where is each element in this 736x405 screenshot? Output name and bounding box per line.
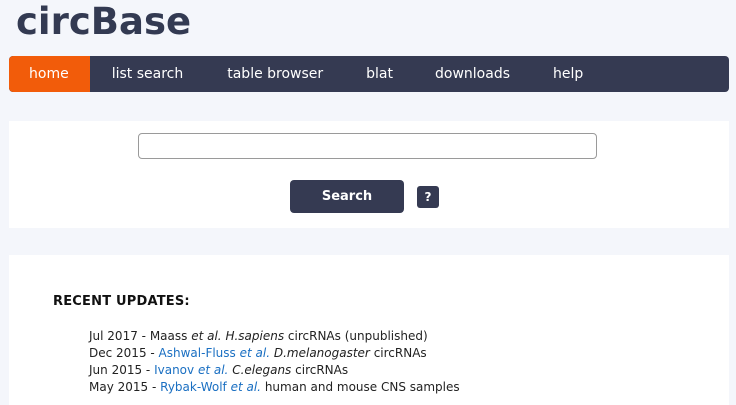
- search-button[interactable]: Search: [290, 180, 404, 213]
- search-input[interactable]: [138, 133, 597, 159]
- recent-updates-heading: RECENT UPDATES:: [53, 294, 190, 309]
- update-date: May 2015: [89, 380, 149, 394]
- update-species: D.melanogaster: [273, 346, 370, 360]
- updates-list: Jul 2017 - Maass et al. H.sapiens circRN…: [89, 328, 460, 396]
- update-author-link[interactable]: Ivanov et al.: [154, 363, 228, 377]
- update-description: circRNAs: [295, 363, 349, 377]
- nav-downloads[interactable]: downloads: [393, 56, 510, 92]
- update-author: Maass: [149, 329, 188, 343]
- update-description: circRNAs (unpublished): [287, 329, 428, 343]
- nav-list-search[interactable]: list search: [90, 56, 184, 92]
- update-species: C.elegans: [232, 363, 292, 377]
- update-item: May 2015 - Rybak-Wolf et al. human and m…: [89, 380, 460, 394]
- main-nav: home list search table browser blat down…: [9, 56, 729, 92]
- search-panel: Search ?: [9, 121, 729, 228]
- update-author-link[interactable]: Ashwal-Fluss et al.: [159, 346, 270, 360]
- update-species: H.sapiens: [225, 329, 285, 343]
- site-logo[interactable]: circBase: [16, 0, 191, 44]
- update-description: human and mouse CNS samples: [264, 380, 460, 394]
- update-item: Jun 2015 - Ivanov et al. C.elegans circR…: [89, 363, 349, 377]
- help-button[interactable]: ?: [417, 186, 439, 208]
- update-item: Jul 2017 - Maass et al. H.sapiens circRN…: [89, 329, 428, 343]
- update-item: Dec 2015 - Ashwal-Fluss et al. D.melanog…: [89, 346, 427, 360]
- update-author-link[interactable]: Rybak-Wolf et al.: [160, 380, 261, 394]
- update-description: circRNAs: [373, 346, 427, 360]
- nav-home[interactable]: home: [9, 56, 90, 92]
- update-date: Jun 2015: [89, 363, 143, 377]
- update-date: Jul 2017: [89, 329, 138, 343]
- recent-updates-panel: RECENT UPDATES: Jul 2017 - Maass et al. …: [9, 255, 729, 405]
- nav-table-browser[interactable]: table browser: [183, 56, 323, 92]
- nav-help[interactable]: help: [510, 56, 583, 92]
- update-date: Dec 2015: [89, 346, 147, 360]
- nav-blat[interactable]: blat: [323, 56, 393, 92]
